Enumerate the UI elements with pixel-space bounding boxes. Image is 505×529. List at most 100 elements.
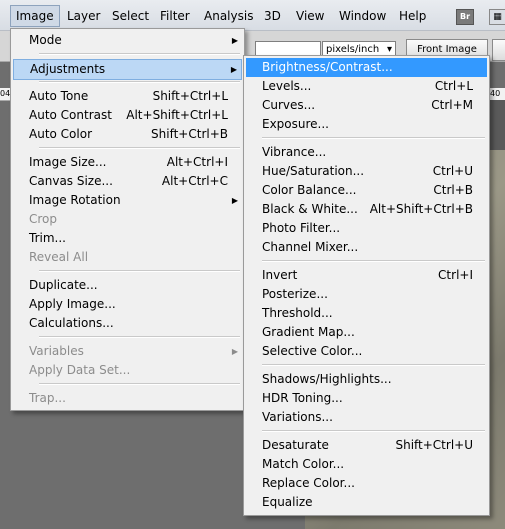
menu-item-duplicate[interactable]: Duplicate... xyxy=(13,276,242,295)
menu-item-curves[interactable]: Curves... Ctrl+M xyxy=(246,96,487,115)
menu-item-brightness-contrast[interactable]: Brightness/Contrast... xyxy=(246,58,487,77)
menu-item-label: Apply Image... xyxy=(29,297,116,311)
menu-item-canvas-size[interactable]: Canvas Size... Alt+Ctrl+C xyxy=(13,172,242,191)
menu-item-label: Invert xyxy=(262,268,298,282)
menu-item-match-color[interactable]: Match Color... xyxy=(246,455,487,474)
menu-item-trim[interactable]: Trim... xyxy=(13,229,242,248)
menu-item-label: Auto Color xyxy=(29,127,93,141)
menu-item-channel-mixer[interactable]: Channel Mixer... xyxy=(246,238,487,257)
menu-item-shortcut: Ctrl+I xyxy=(438,268,473,282)
menu-item-trap: Trap... xyxy=(13,389,242,408)
submenu-arrow-icon: ▶ xyxy=(231,36,238,45)
menu-item-image-rotation[interactable]: Image Rotation ▶ xyxy=(13,191,242,210)
menu-item-posterize[interactable]: Posterize... xyxy=(246,285,487,304)
menu-item-threshold[interactable]: Threshold... xyxy=(246,304,487,323)
menu-item-label: Vibrance... xyxy=(262,145,327,159)
menu-analysis[interactable]: Analysis xyxy=(199,6,258,26)
menu-item-label: Trap... xyxy=(29,391,66,405)
menu-separator xyxy=(39,53,240,55)
menu-item-label: Canvas Size... xyxy=(29,174,113,188)
menu-item-photo-filter[interactable]: Photo Filter... xyxy=(246,219,487,238)
menu-item-label: Match Color... xyxy=(262,457,345,471)
clear-button[interactable] xyxy=(492,39,505,61)
menu-item-apply-image[interactable]: Apply Image... xyxy=(13,295,242,314)
menu-layer[interactable]: Layer xyxy=(62,6,105,26)
window-control-icon[interactable]: ▦ xyxy=(489,9,505,25)
menu-filter[interactable]: Filter xyxy=(155,6,195,26)
menu-item-color-balance[interactable]: Color Balance... Ctrl+B xyxy=(246,181,487,200)
menu-item-label: Replace Color... xyxy=(262,476,355,490)
menu-item-label: Selective Color... xyxy=(262,344,363,358)
menu-item-label: Auto Tone xyxy=(29,89,89,103)
menu-item-label: Channel Mixer... xyxy=(262,240,359,254)
menu-item-label: Curves... xyxy=(262,98,316,112)
menu-item-label: Auto Contrast xyxy=(29,108,112,122)
menu-item-shortcut: Ctrl+U xyxy=(432,164,473,178)
menu-item-label: Equalize xyxy=(262,495,313,509)
menu-window[interactable]: Window xyxy=(334,6,391,26)
menu-item-shortcut: Alt+Shift+Ctrl+L xyxy=(126,108,228,122)
menu-item-label: HDR Toning... xyxy=(262,391,343,405)
menu-item-label: Trim... xyxy=(29,231,66,245)
menu-separator xyxy=(39,383,240,385)
menu-item-shortcut: Shift+Ctrl+B xyxy=(151,127,228,141)
menu-separator xyxy=(39,81,240,83)
submenu-arrow-icon: ▶ xyxy=(231,347,238,356)
menu-item-auto-tone[interactable]: Auto Tone Shift+Ctrl+L xyxy=(13,87,242,106)
menu-item-shortcut: Shift+Ctrl+L xyxy=(152,89,228,103)
menu-item-crop: Crop xyxy=(13,210,242,229)
menu-image[interactable]: Image xyxy=(10,5,60,27)
menu-help[interactable]: Help xyxy=(394,6,431,26)
menu-item-exposure[interactable]: Exposure... xyxy=(246,115,487,134)
bridge-icon[interactable]: Br xyxy=(456,9,474,25)
menu-item-adjustments[interactable]: Adjustments ▶ xyxy=(13,59,242,80)
menu-item-label: Apply Data Set... xyxy=(29,363,131,377)
menu-view[interactable]: View xyxy=(291,6,329,26)
menu-item-label: Photo Filter... xyxy=(262,221,341,235)
menu-item-vibrance[interactable]: Vibrance... xyxy=(246,143,487,162)
menu-item-label: Image Size... xyxy=(29,155,107,169)
menu-item-desaturate[interactable]: Desaturate Shift+Ctrl+U xyxy=(246,436,487,455)
resolution-unit-value: pixels/inch xyxy=(326,44,380,55)
menu-item-label: Hue/Saturation... xyxy=(262,164,365,178)
submenu-arrow-icon: ▶ xyxy=(230,65,237,74)
image-menu: Mode ▶ Adjustments ▶ Auto Tone Shift+Ctrl+L Au… xyxy=(10,28,245,411)
menu-item-label: Black & White... xyxy=(262,202,358,216)
adjustments-submenu: Brightness/Contrast... Levels... Ctrl+L Cur… xyxy=(243,55,490,516)
menu-item-calculations[interactable]: Calculations... xyxy=(13,314,242,333)
menu-separator xyxy=(39,270,240,272)
menu-separator xyxy=(39,336,240,338)
menu-item-label: Adjustments xyxy=(30,62,106,76)
menu-item-shadows-highlights[interactable]: Shadows/Highlights... xyxy=(246,370,487,389)
menu-separator xyxy=(262,260,485,262)
menu-3d[interactable]: 3D xyxy=(259,6,286,26)
menu-item-mode[interactable]: Mode ▶ xyxy=(13,31,242,50)
menu-item-black-white[interactable]: Black & White... Alt+Shift+Ctrl+B xyxy=(246,200,487,219)
menu-item-label: Variations... xyxy=(262,410,333,424)
menu-item-equalize[interactable]: Equalize xyxy=(246,493,487,512)
menu-item-hdr-toning[interactable]: HDR Toning... xyxy=(246,389,487,408)
menu-item-selective-color[interactable]: Selective Color... xyxy=(246,342,487,361)
menu-item-variations[interactable]: Variations... xyxy=(246,408,487,427)
menu-item-apply-data-set: Apply Data Set... xyxy=(13,361,242,380)
menu-item-label: Levels... xyxy=(262,79,312,93)
menu-item-replace-color[interactable]: Replace Color... xyxy=(246,474,487,493)
menu-item-auto-contrast[interactable]: Auto Contrast Alt+Shift+Ctrl+L xyxy=(13,106,242,125)
menu-item-label: Desaturate xyxy=(262,438,329,452)
menu-item-label: Exposure... xyxy=(262,117,329,131)
menu-item-shortcut: Shift+Ctrl+U xyxy=(395,438,473,452)
menu-item-shortcut: Alt+Ctrl+I xyxy=(166,155,228,169)
menu-item-image-size[interactable]: Image Size... Alt+Ctrl+I xyxy=(13,153,242,172)
menu-item-auto-color[interactable]: Auto Color Shift+Ctrl+B xyxy=(13,125,242,144)
menu-item-label: Mode xyxy=(29,33,62,47)
menu-item-levels[interactable]: Levels... Ctrl+L xyxy=(246,77,487,96)
menu-select[interactable]: Select xyxy=(107,6,154,26)
menu-item-shortcut: Ctrl+M xyxy=(431,98,473,112)
menu-item-invert[interactable]: Invert Ctrl+I xyxy=(246,266,487,285)
menu-item-hue-saturation[interactable]: Hue/Saturation... Ctrl+U xyxy=(246,162,487,181)
menu-item-gradient-map[interactable]: Gradient Map... xyxy=(246,323,487,342)
menu-item-shortcut: Ctrl+L xyxy=(434,79,473,93)
menu-separator xyxy=(262,364,485,366)
menu-item-label: Color Balance... xyxy=(262,183,357,197)
menu-item-label: Brightness/Contrast... xyxy=(262,60,393,74)
